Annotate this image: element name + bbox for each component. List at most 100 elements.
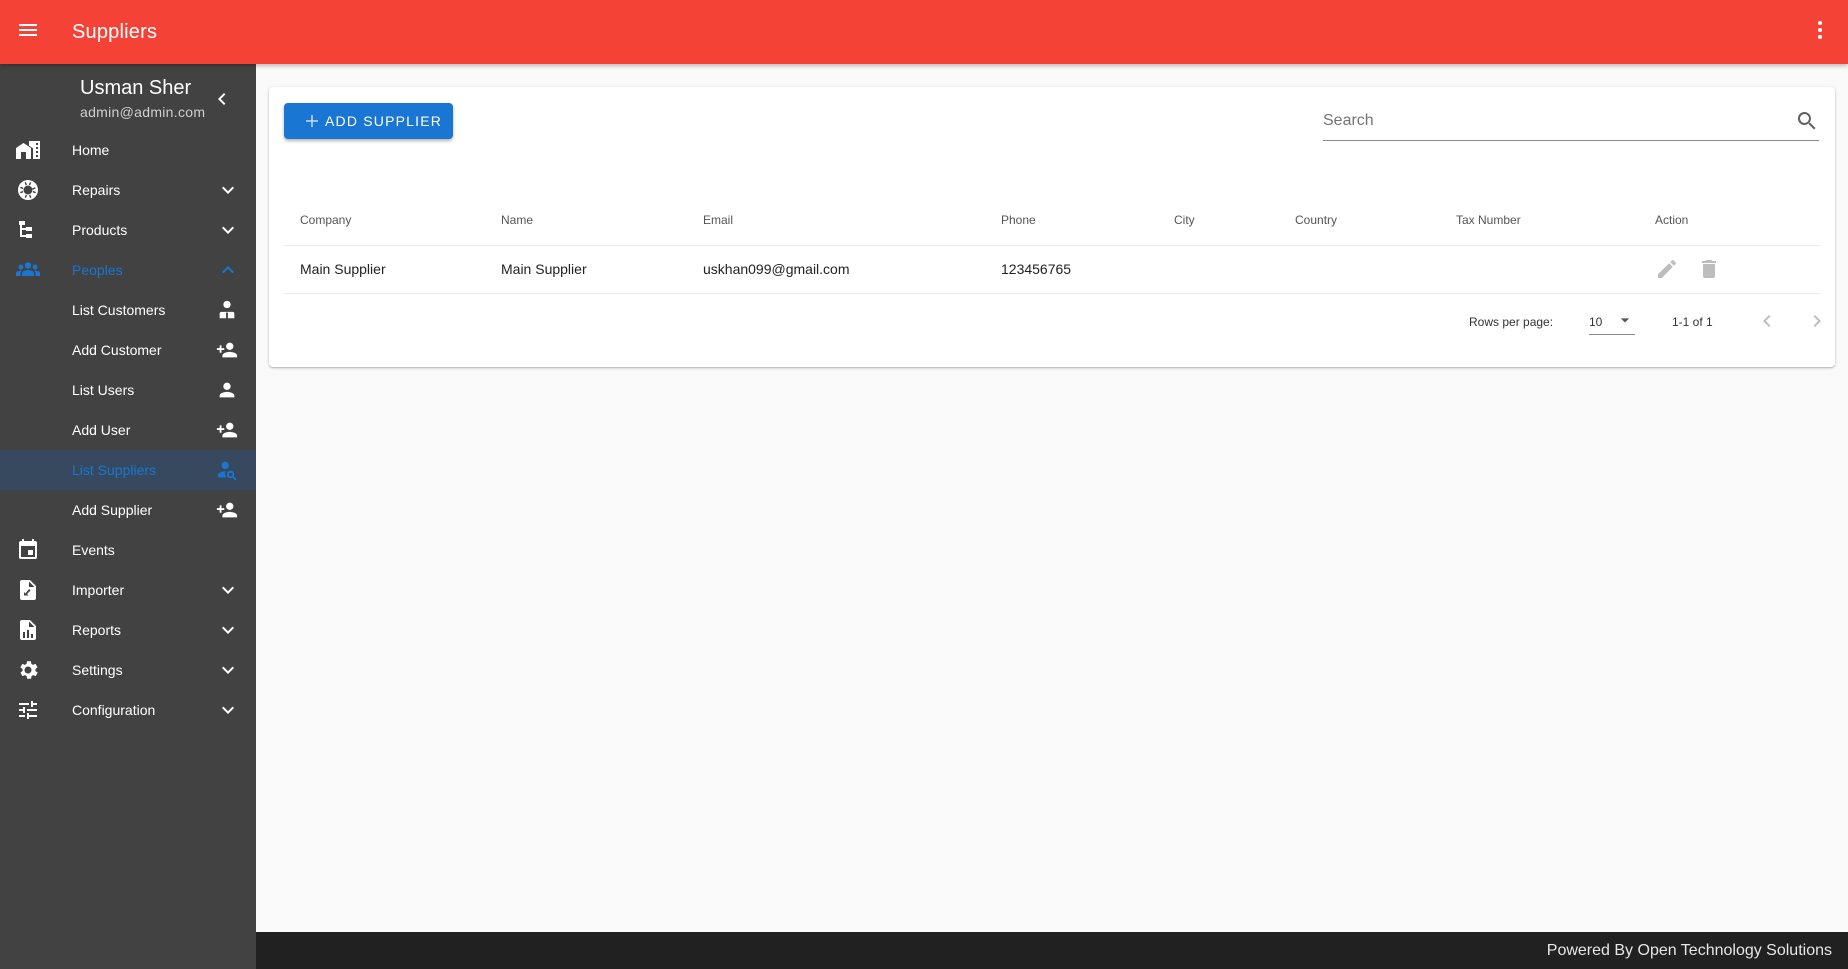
person-add-icon bbox=[216, 499, 238, 521]
sidebar-item-label: List Customers bbox=[72, 302, 166, 318]
table-header-row: Company Name Email Phone City Country Ta… bbox=[284, 195, 1820, 246]
collapse-sidebar-button[interactable] bbox=[210, 87, 234, 111]
sidebar-item-list-users[interactable]: List Users bbox=[0, 370, 256, 410]
people-group-icon bbox=[16, 258, 40, 282]
sidebar-item-label: Reports bbox=[72, 622, 122, 638]
chevron-right-icon bbox=[1813, 315, 1821, 327]
chevron-down-icon bbox=[216, 578, 240, 602]
person-search-icon bbox=[216, 459, 238, 481]
sidebar-item-home[interactable]: Home bbox=[0, 130, 256, 170]
file-tree-icon bbox=[16, 218, 40, 242]
column-header-city[interactable]: City bbox=[1158, 195, 1279, 246]
file-import-icon bbox=[16, 578, 40, 602]
calendar-icon bbox=[16, 538, 40, 562]
cell-company: Main Supplier bbox=[284, 245, 485, 294]
sidebar-item-repairs[interactable]: Repairs bbox=[0, 170, 256, 210]
sidebar-item-label: Add Customer bbox=[72, 342, 162, 358]
add-supplier-label: ADD SUPPLIER bbox=[325, 113, 443, 129]
sidebar-item-reports[interactable]: Reports bbox=[0, 610, 256, 650]
sidebar-item-add-user[interactable]: Add User bbox=[0, 410, 256, 450]
user-name: Usman Sher bbox=[80, 77, 192, 99]
sidebar-item-add-supplier[interactable]: Add Supplier bbox=[0, 490, 256, 530]
sidebar-item-products[interactable]: Products bbox=[0, 210, 256, 250]
sidebar-item-label: List Suppliers bbox=[72, 462, 157, 478]
search-input[interactable] bbox=[1323, 109, 1783, 133]
chevron-down-icon bbox=[216, 698, 240, 722]
page-range: 1-1 of 1 bbox=[1672, 315, 1713, 329]
sidebar-item-add-customer[interactable]: Add Customer bbox=[0, 330, 256, 370]
user-profile: Usman Sher admin@admin.com bbox=[0, 64, 256, 130]
more-vertical-icon bbox=[1808, 18, 1832, 47]
chevron-down-icon bbox=[216, 618, 240, 642]
sidebar-item-events[interactable]: Events bbox=[0, 530, 256, 570]
sidebar-item-label: Home bbox=[72, 142, 110, 158]
top-app-bar: Suppliers bbox=[0, 0, 1848, 64]
suppliers-card: ADD SUPPLIER Company Name Email Phone Ci… bbox=[269, 87, 1835, 367]
next-page-button[interactable] bbox=[1803, 307, 1831, 335]
caret-down-icon bbox=[1615, 310, 1635, 330]
sidebar-item-settings[interactable]: Settings bbox=[0, 650, 256, 690]
table-row: Main Supplier Main Supplier uskhan099@gm… bbox=[284, 245, 1820, 294]
rows-per-page-value: 10 bbox=[1589, 315, 1603, 329]
cell-phone: 123456765 bbox=[985, 245, 1158, 294]
sidebar-item-label: Add Supplier bbox=[72, 502, 153, 518]
chevron-left-icon bbox=[1763, 315, 1771, 327]
cell-action bbox=[1639, 245, 1820, 294]
main-content: ADD SUPPLIER Company Name Email Phone Ci… bbox=[256, 64, 1848, 932]
chevron-down-icon bbox=[216, 178, 240, 202]
search-icon[interactable] bbox=[1795, 109, 1819, 133]
cell-email: uskhan099@gmail.com bbox=[687, 245, 985, 294]
file-chart-icon bbox=[16, 618, 40, 642]
person-add-icon bbox=[216, 339, 238, 361]
menu-button[interactable] bbox=[0, 0, 56, 64]
edit-icon[interactable] bbox=[1655, 257, 1679, 281]
column-header-action: Action bbox=[1639, 195, 1820, 246]
search-field bbox=[1323, 101, 1819, 141]
sidebar-item-label: Importer bbox=[72, 582, 125, 598]
sidebar-item-label: Configuration bbox=[72, 702, 156, 718]
sidebar-item-configuration[interactable]: Configuration bbox=[0, 690, 256, 730]
cell-tax-number bbox=[1440, 245, 1639, 294]
chevron-up-icon bbox=[216, 258, 240, 282]
column-header-tax-number[interactable]: Tax Number bbox=[1440, 195, 1639, 246]
sidebar: Usman Sher admin@admin.com Home Repairs … bbox=[0, 64, 256, 969]
sidebar-item-label: Repairs bbox=[72, 182, 121, 198]
sidebar-item-label: Products bbox=[72, 222, 128, 238]
person-add-icon bbox=[216, 419, 238, 441]
column-header-email[interactable]: Email bbox=[687, 195, 985, 246]
gear-icon bbox=[16, 658, 40, 682]
person-icon bbox=[216, 379, 238, 401]
sidebar-item-peoples[interactable]: Peoples bbox=[0, 250, 256, 290]
tune-icon bbox=[16, 698, 40, 722]
user-email: admin@admin.com bbox=[80, 104, 206, 120]
chevron-left-icon bbox=[210, 93, 234, 115]
footer-text: Powered By Open Technology Solutions bbox=[1546, 942, 1832, 959]
column-header-name[interactable]: Name bbox=[485, 195, 687, 246]
rows-per-page-select[interactable]: 10 bbox=[1589, 305, 1635, 335]
more-options-button[interactable] bbox=[1804, 16, 1836, 48]
column-header-company[interactable]: Company bbox=[284, 195, 485, 246]
chevron-down-icon bbox=[216, 658, 240, 682]
account-tie-icon bbox=[216, 299, 238, 321]
cell-name: Main Supplier bbox=[485, 245, 687, 294]
footer: Powered By Open Technology Solutions bbox=[256, 932, 1848, 969]
sidebar-item-label: Add User bbox=[72, 422, 131, 438]
page-title: Suppliers bbox=[72, 20, 158, 43]
home-city-icon bbox=[16, 138, 40, 162]
plus-icon bbox=[303, 112, 321, 130]
previous-page-button[interactable] bbox=[1753, 307, 1781, 335]
cell-city bbox=[1158, 245, 1279, 294]
hamburger-menu-icon bbox=[16, 18, 40, 47]
sidebar-item-list-customers[interactable]: List Customers bbox=[0, 290, 256, 330]
lifebuoy-icon bbox=[16, 178, 40, 202]
sidebar-item-list-suppliers[interactable]: List Suppliers bbox=[0, 450, 256, 490]
column-header-country[interactable]: Country bbox=[1279, 195, 1440, 246]
delete-icon[interactable] bbox=[1697, 257, 1721, 281]
sidebar-item-label: Events bbox=[72, 542, 115, 558]
pagination: Rows per page: 10 1-1 of 1 bbox=[269, 301, 1835, 341]
cell-country bbox=[1279, 245, 1440, 294]
column-header-phone[interactable]: Phone bbox=[985, 195, 1158, 246]
sidebar-item-importer[interactable]: Importer bbox=[0, 570, 256, 610]
chevron-down-icon bbox=[216, 218, 240, 242]
add-supplier-button[interactable]: ADD SUPPLIER bbox=[284, 103, 453, 139]
